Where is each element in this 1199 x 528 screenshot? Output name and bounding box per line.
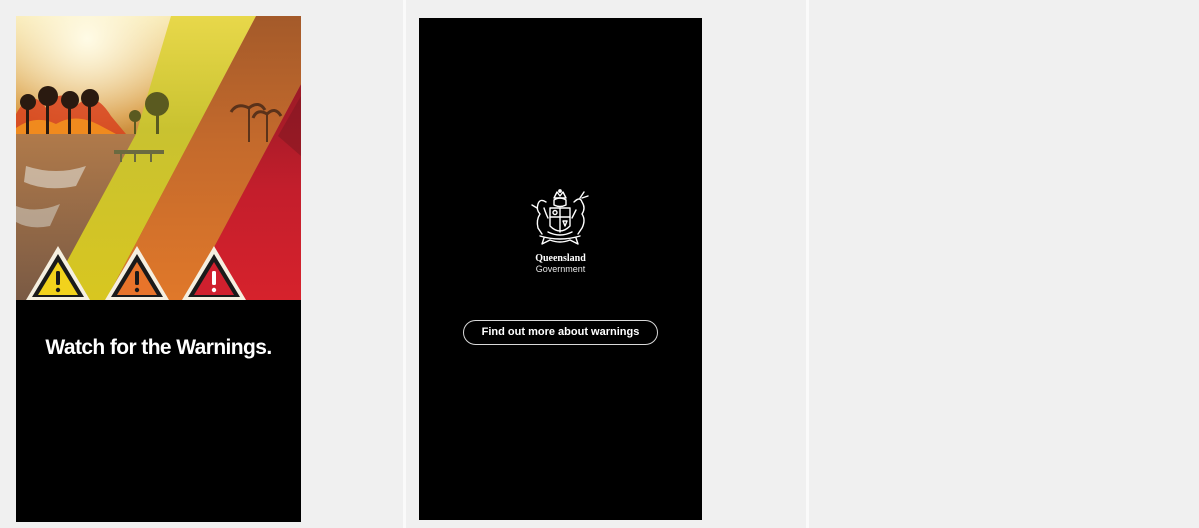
logo-name-queensland: Queensland: [535, 253, 586, 264]
story-card-queensland-government[interactable]: Queensland Government Find out more abou…: [419, 18, 702, 520]
story-card-watch-warnings[interactable]: Watch for the Warnings.: [16, 16, 301, 522]
preview-panel-1: Watch for the Warnings.: [0, 0, 403, 528]
find-out-more-button[interactable]: Find out more about warnings: [463, 320, 658, 345]
preview-panel-3-empty: [809, 0, 1199, 528]
logo-name-government: Government: [535, 264, 586, 274]
preview-panel-2: Queensland Government Find out more abou…: [406, 0, 806, 528]
headline-text: Watch for the Warnings.: [45, 336, 272, 359]
queensland-crest-icon: [531, 189, 589, 245]
bushfire-hero-image: [16, 16, 301, 300]
